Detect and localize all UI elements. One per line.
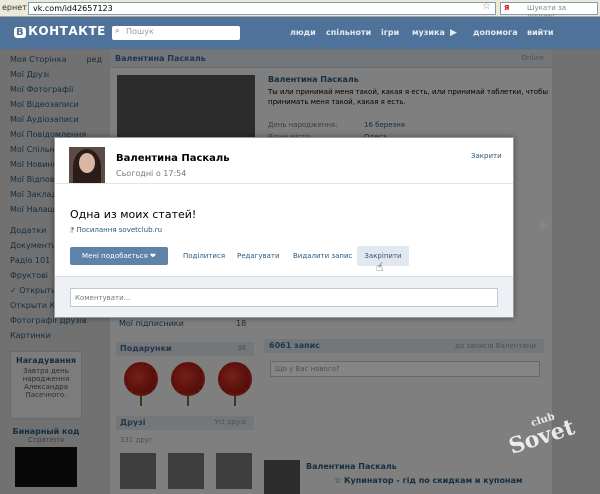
share-button[interactable]: Поділитися: [183, 252, 225, 260]
site-search-placeholder: Пошук: [126, 27, 154, 36]
logo-badge: В: [14, 27, 27, 38]
nav-games[interactable]: ігри: [381, 28, 399, 37]
logo-text: КОНТАКТЕ: [28, 24, 106, 38]
address-bar[interactable]: vk.com/id42657123: [28, 2, 496, 15]
comment-section: Коментувати...: [55, 276, 513, 317]
delete-post-button[interactable]: Видалити запис: [293, 252, 352, 260]
like-button[interactable]: Мені подобається ❤: [70, 247, 168, 265]
modal-header: Валентина Паскаль Сьогодні о 17:54 Закри…: [55, 138, 513, 184]
nav-communities[interactable]: спільноти: [326, 28, 371, 37]
post-text: Одна из моих статей!: [70, 208, 197, 221]
nav-more-arrow-icon[interactable]: ▶: [450, 28, 457, 38]
nav-people[interactable]: люди: [290, 28, 316, 37]
site-search-input[interactable]: ⌕ Пошук: [112, 26, 240, 40]
site-header: В КОНТАКТЕ ⌕ Пошук люди спільноти ігри муз…: [0, 17, 600, 49]
post-link-label: Посилання sovetclub.ru: [76, 226, 163, 234]
author-avatar[interactable]: [69, 147, 105, 183]
edit-button[interactable]: Редагувати: [237, 252, 280, 260]
nav-logout[interactable]: вийти: [527, 28, 554, 37]
star-icon[interactable]: ☆: [482, 1, 491, 12]
vk-logo[interactable]: В КОНТАКТЕ: [14, 24, 106, 38]
browser-search-box[interactable]: Я Шукати за допомо: [500, 2, 598, 20]
paperclip-icon: ⁋: [70, 226, 75, 234]
browser-toolbar: ернет vk.com/id42657123 ☆ Я Шукати за до…: [0, 0, 600, 20]
modal-close-button[interactable]: Закрити: [471, 152, 502, 160]
post-attachment-link[interactable]: ⁋ Посилання sovetclub.ru: [70, 226, 162, 234]
nav-music[interactable]: музика: [412, 28, 445, 37]
yandex-icon: Я: [504, 4, 510, 12]
browser-menu-label[interactable]: ернет: [2, 3, 27, 12]
modal-post-time[interactable]: Сьогодні о 17:54: [116, 169, 186, 178]
avatar-face: [79, 153, 95, 173]
nav-help[interactable]: допомога: [473, 28, 518, 37]
comment-input[interactable]: Коментувати...: [70, 288, 498, 307]
modal-author-name[interactable]: Валентина Паскаль: [116, 153, 230, 164]
search-icon: ⌕: [115, 26, 120, 35]
hand-cursor-icon: ☝: [376, 260, 384, 274]
post-modal: Валентина Паскаль Сьогодні о 17:54 Закри…: [54, 137, 514, 318]
